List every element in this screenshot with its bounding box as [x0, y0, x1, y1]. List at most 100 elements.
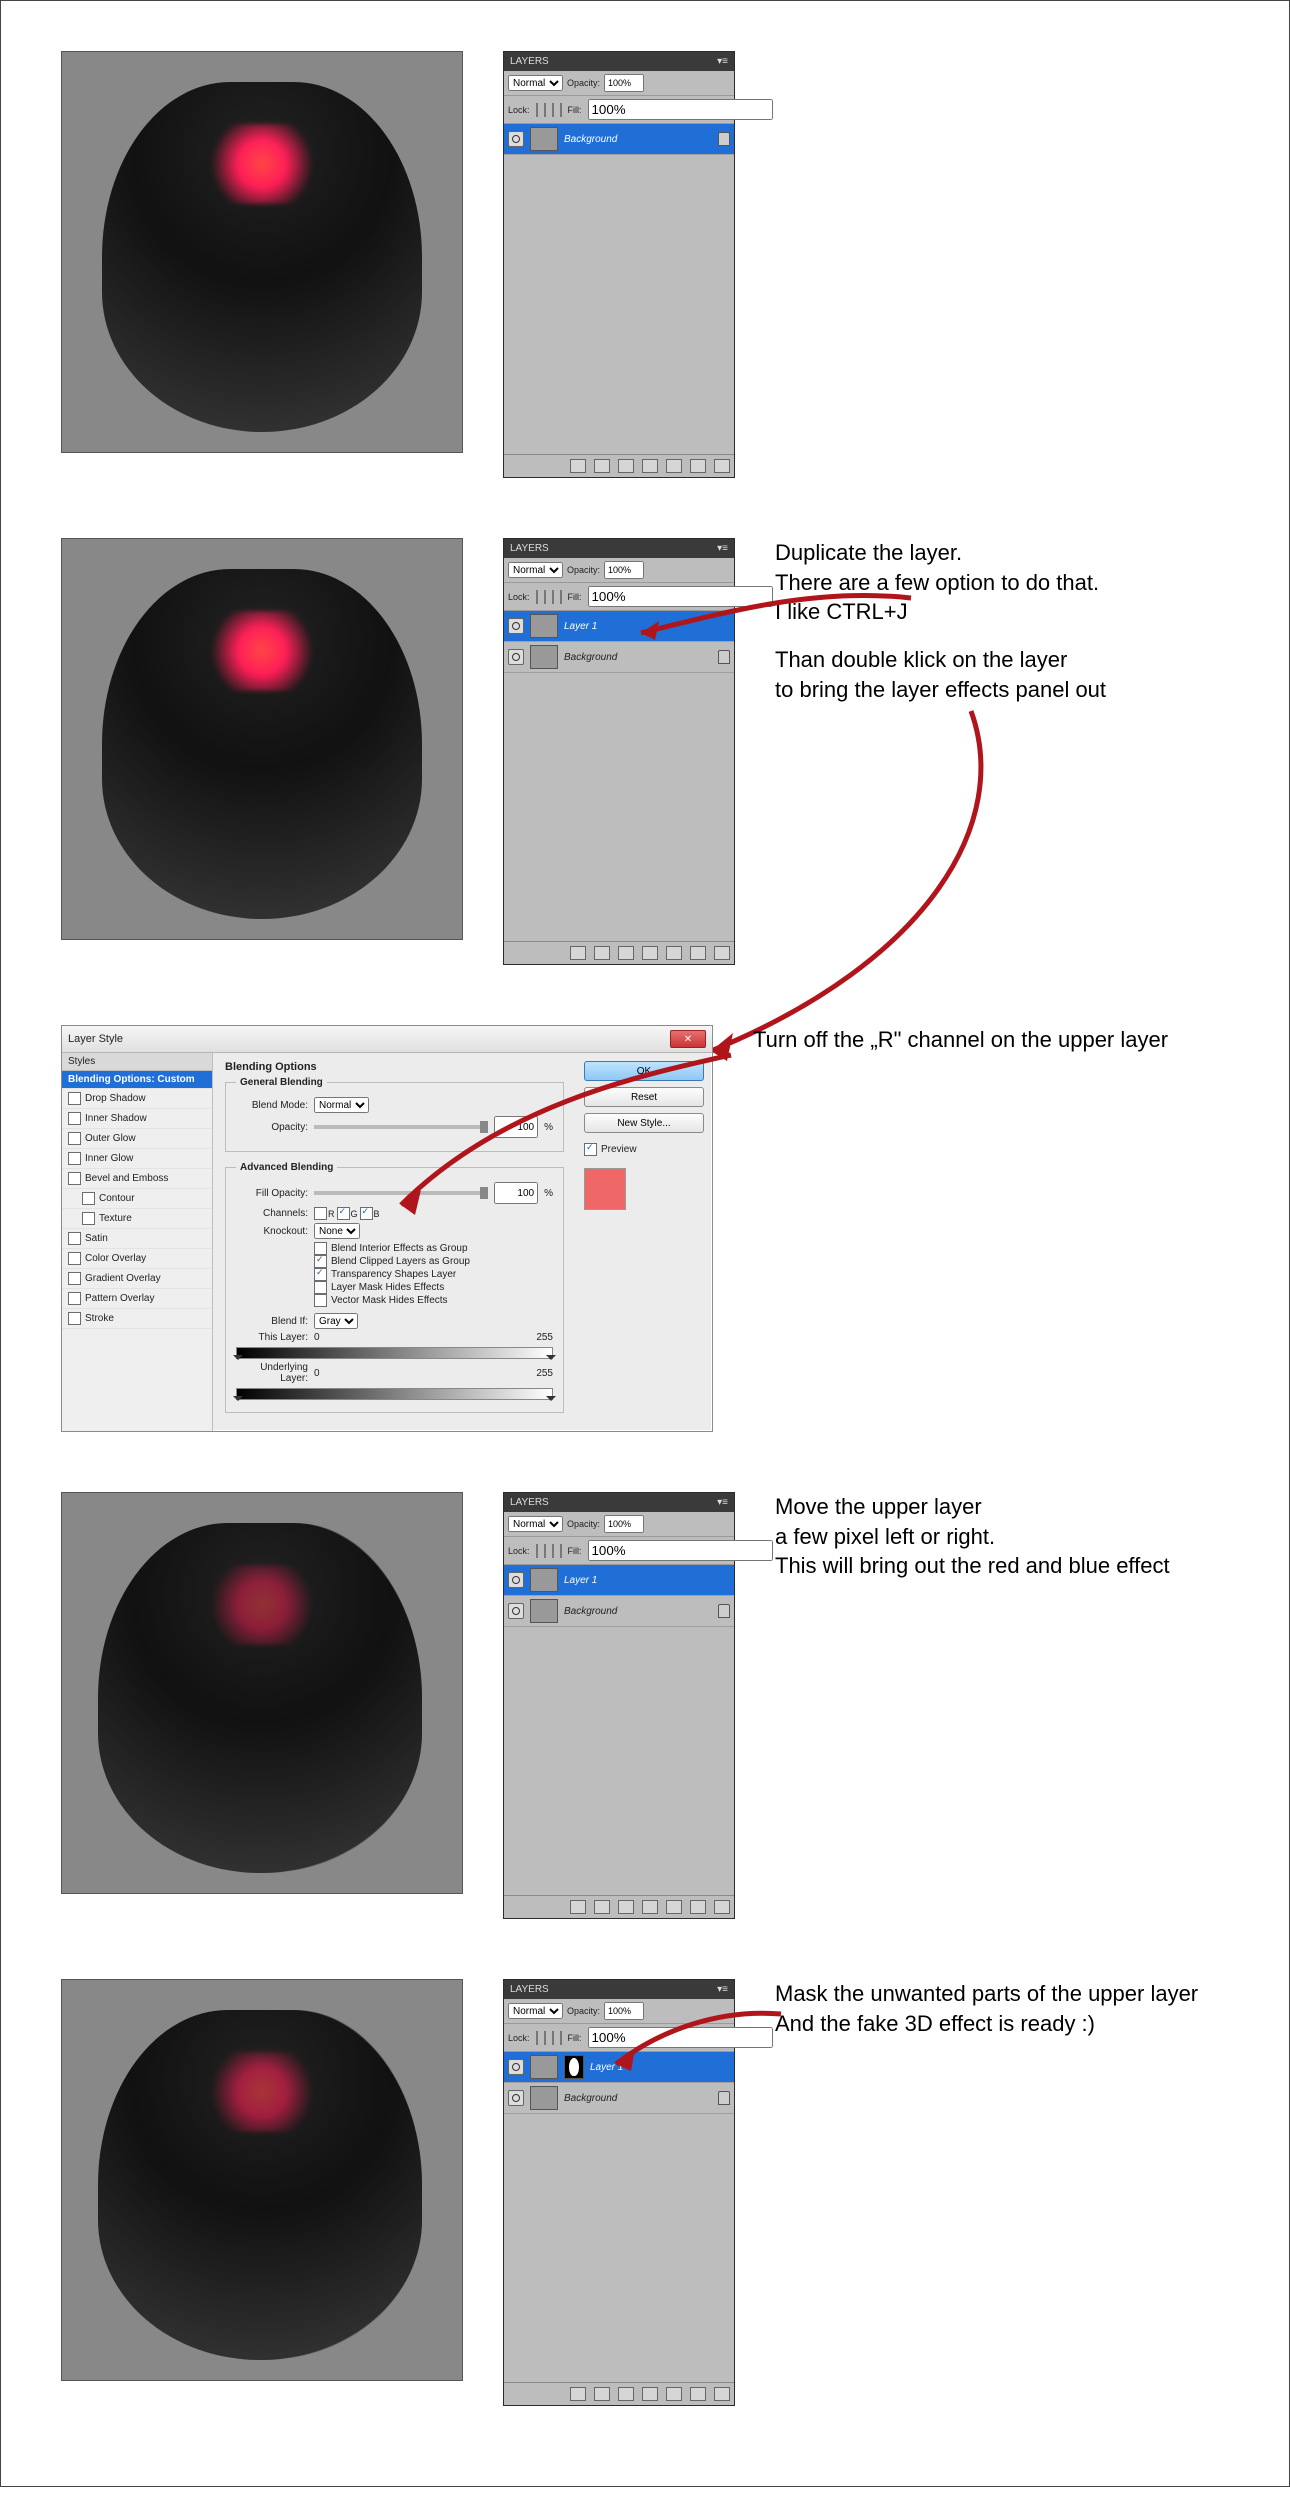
layers-tab[interactable]: LAYERS: [510, 1984, 549, 1995]
link-icon[interactable]: [570, 1900, 586, 1914]
inner-glow-item[interactable]: Inner Glow: [62, 1149, 212, 1169]
color-overlay-item[interactable]: Color Overlay: [62, 1249, 212, 1269]
blend-mode-select[interactable]: Normal: [508, 562, 563, 578]
lock-move-icon[interactable]: [552, 590, 554, 604]
folder-icon[interactable]: [666, 946, 682, 960]
layer-row-background[interactable]: Background: [504, 124, 734, 155]
fill-opacity-slider[interactable]: [314, 1191, 488, 1195]
fx-icon[interactable]: [594, 2387, 610, 2401]
stroke-item[interactable]: Stroke: [62, 1309, 212, 1329]
fill-input[interactable]: [588, 1540, 773, 1561]
eye-icon[interactable]: [508, 1572, 524, 1588]
blendif-select[interactable]: Gray: [314, 1313, 358, 1329]
layer-row-layer1[interactable]: Layer 1: [504, 1565, 734, 1596]
lock-brush-icon[interactable]: [544, 590, 546, 604]
lock-move-icon[interactable]: [552, 2031, 554, 2045]
texture-item[interactable]: Texture: [62, 1209, 212, 1229]
opacity-input[interactable]: [604, 561, 644, 579]
adjustment-icon[interactable]: [642, 946, 658, 960]
lock-pixels-icon[interactable]: [536, 103, 538, 117]
knockout-select[interactable]: None: [314, 1223, 360, 1239]
lock-move-icon[interactable]: [552, 103, 554, 117]
link-icon[interactable]: [570, 2387, 586, 2401]
eye-icon[interactable]: [508, 1603, 524, 1619]
lock-all-icon[interactable]: [560, 2031, 562, 2045]
layers-tab[interactable]: LAYERS: [510, 1497, 549, 1508]
eye-icon[interactable]: [508, 618, 524, 634]
fill-input[interactable]: [588, 2027, 773, 2048]
folder-icon[interactable]: [666, 1900, 682, 1914]
styles-header[interactable]: Styles: [62, 1053, 212, 1071]
opacity-slider[interactable]: [314, 1125, 488, 1129]
bevel-item[interactable]: Bevel and Emboss: [62, 1169, 212, 1189]
outer-glow-item[interactable]: Outer Glow: [62, 1129, 212, 1149]
new-layer-icon[interactable]: [690, 459, 706, 473]
adjustment-icon[interactable]: [642, 1900, 658, 1914]
trash-icon[interactable]: [714, 1900, 730, 1914]
layer-row-background[interactable]: Background: [504, 2083, 734, 2114]
mask-icon[interactable]: [618, 459, 634, 473]
layers-tab[interactable]: LAYERS: [510, 543, 549, 554]
lock-all-icon[interactable]: [560, 1544, 562, 1558]
satin-item[interactable]: Satin: [62, 1229, 212, 1249]
gradient-overlay-item[interactable]: Gradient Overlay: [62, 1269, 212, 1289]
opacity-input[interactable]: [604, 1515, 644, 1533]
fill-input[interactable]: [588, 99, 773, 120]
underlying-range[interactable]: [236, 1388, 553, 1400]
panel-menu-icon[interactable]: ▾≡: [717, 56, 728, 67]
opacity-input[interactable]: [494, 1116, 538, 1138]
eye-icon[interactable]: [508, 131, 524, 147]
mask-icon[interactable]: [618, 2387, 634, 2401]
panel-menu-icon[interactable]: ▾≡: [717, 1497, 728, 1508]
channel-g-checkbox[interactable]: G: [337, 1207, 358, 1220]
fx-icon[interactable]: [594, 946, 610, 960]
channel-b-checkbox[interactable]: B: [360, 1207, 380, 1220]
blend-mode-select[interactable]: Normal: [508, 1516, 563, 1532]
inner-shadow-item[interactable]: Inner Shadow: [62, 1109, 212, 1129]
trash-icon[interactable]: [714, 459, 730, 473]
reset-button[interactable]: Reset: [584, 1087, 704, 1107]
layer-row-background[interactable]: Background: [504, 642, 734, 673]
ok-button[interactable]: OK: [584, 1061, 704, 1081]
eye-icon[interactable]: [508, 2059, 524, 2075]
contour-item[interactable]: Contour: [62, 1189, 212, 1209]
new-layer-icon[interactable]: [690, 2387, 706, 2401]
eye-icon[interactable]: [508, 649, 524, 665]
link-icon[interactable]: [570, 459, 586, 473]
folder-icon[interactable]: [666, 459, 682, 473]
layer-row-layer1[interactable]: Layer 1: [504, 611, 734, 642]
lock-brush-icon[interactable]: [544, 103, 546, 117]
chk-transparency[interactable]: Transparency Shapes Layer: [314, 1268, 553, 1281]
layer-row-background[interactable]: Background: [504, 1596, 734, 1627]
chk-layermask[interactable]: Layer Mask Hides Effects: [314, 1281, 553, 1294]
mask-icon[interactable]: [618, 946, 634, 960]
lock-pixels-icon[interactable]: [536, 1544, 538, 1558]
panel-menu-icon[interactable]: ▾≡: [717, 1984, 728, 1995]
adjustment-icon[interactable]: [642, 2387, 658, 2401]
fill-opacity-input[interactable]: [494, 1182, 538, 1204]
lock-move-icon[interactable]: [552, 1544, 554, 1558]
chk-clipped[interactable]: Blend Clipped Layers as Group: [314, 1255, 553, 1268]
eye-icon[interactable]: [508, 2090, 524, 2106]
this-layer-range[interactable]: [236, 1347, 553, 1359]
blend-mode-select[interactable]: Normal: [508, 75, 563, 91]
trash-icon[interactable]: [714, 946, 730, 960]
lock-pixels-icon[interactable]: [536, 590, 538, 604]
blend-mode-select[interactable]: Normal: [508, 2003, 563, 2019]
panel-menu-icon[interactable]: ▾≡: [717, 543, 728, 554]
fx-icon[interactable]: [594, 1900, 610, 1914]
lock-brush-icon[interactable]: [544, 2031, 546, 2045]
dialog-titlebar[interactable]: Layer Style ✕: [62, 1026, 712, 1053]
lock-all-icon[interactable]: [560, 103, 562, 117]
chk-interior[interactable]: Blend Interior Effects as Group: [314, 1242, 553, 1255]
fx-icon[interactable]: [594, 459, 610, 473]
pattern-overlay-item[interactable]: Pattern Overlay: [62, 1289, 212, 1309]
opacity-input[interactable]: [604, 74, 644, 92]
link-icon[interactable]: [570, 946, 586, 960]
channel-r-checkbox[interactable]: R: [314, 1207, 335, 1220]
mask-icon[interactable]: [618, 1900, 634, 1914]
blend-mode-select[interactable]: Normal: [314, 1097, 369, 1113]
layer-row-layer1[interactable]: Layer 1: [504, 2052, 734, 2083]
lock-all-icon[interactable]: [560, 590, 562, 604]
new-layer-icon[interactable]: [690, 946, 706, 960]
